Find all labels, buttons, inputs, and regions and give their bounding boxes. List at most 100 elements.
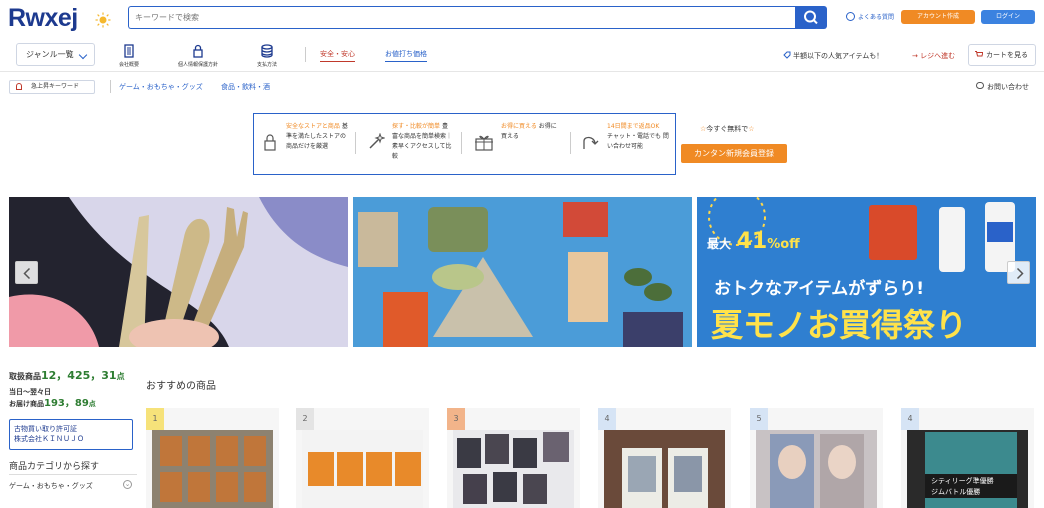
lock-icon [264, 134, 276, 151]
license-line1: 古物買い取り許可証 [14, 425, 77, 433]
category-title: 商品カテゴリから探す [9, 462, 100, 472]
coins-icon [261, 44, 273, 58]
building-icon [124, 44, 134, 58]
recommended-title: おすすめの商品 [146, 381, 216, 392]
category-divider [9, 474, 137, 475]
license-box[interactable]: 古物買い取り許可証 株式会社ＫＩＮＵＪＯ [9, 419, 133, 450]
question-icon [846, 12, 855, 21]
chevron-down-icon [78, 50, 88, 60]
ship-unit: 点 [88, 400, 96, 408]
license-line2: 株式会社ＫＩＮＵＪＯ [14, 435, 84, 443]
carousel-prev-button[interactable] [15, 261, 38, 284]
feature-divider [570, 132, 571, 154]
search-button[interactable] [795, 6, 827, 29]
feature-deal: お得に買える お得に買える [501, 122, 561, 142]
product-caption: シティリーグ準優勝 [931, 477, 994, 485]
keyword-divider [110, 80, 111, 93]
sale-max: 最大 [707, 237, 732, 251]
product-image [756, 430, 877, 508]
stock-unit: 点 [116, 372, 125, 381]
nav-company-label: 会社概要 [119, 62, 140, 68]
search-input[interactable] [128, 6, 795, 29]
nav-privacy-label: 個人情報保護方針 [178, 62, 219, 68]
nav-privacy[interactable]: 個人情報保護方針 [178, 44, 218, 68]
sale-line2: 夏モノお買得祭り [711, 306, 968, 344]
product-card[interactable]: 1 [146, 408, 279, 508]
product-card[interactable]: 3 [447, 408, 580, 508]
ship-label: お届け商品 [9, 400, 44, 408]
feature-divider [355, 132, 356, 154]
rank-badge: 4 [598, 408, 616, 430]
stock-stat: 取扱商品12，425，31点 [9, 367, 125, 383]
feature-search-title: 探す・比較が簡単 [392, 123, 441, 130]
product-image [604, 430, 725, 508]
nav-deal-link[interactable]: お値打ち価格 [385, 49, 427, 62]
chevron-left-icon [23, 267, 31, 280]
nav-safe-link[interactable]: 安全・安心 [320, 49, 355, 62]
lock-icon [193, 44, 203, 58]
sale-line1: おトクなアイテムがずらり! [714, 279, 925, 299]
product-card[interactable]: 5 [750, 408, 883, 508]
gift-icon [475, 135, 493, 151]
keyword-link[interactable]: ゲーム・おもちゃ・グッズ [119, 82, 203, 92]
nav-company[interactable]: 会社概要 [119, 44, 139, 68]
create-account-button[interactable]: アカウント作成 [901, 10, 975, 24]
to-register-link[interactable]: → レジへ進む [912, 51, 955, 61]
product-image [302, 430, 423, 508]
sale-headline: 最大 41%off [707, 229, 800, 254]
feature-safe: 安全なストアと商品 基準を満たしたストアの 商品だけを厳選 [286, 122, 350, 152]
carousel-next-button[interactable] [1007, 261, 1030, 284]
stock-count: 12，425，31 [41, 369, 117, 382]
feature-return-title: 14日間まで返品OK [607, 123, 660, 130]
rank-badge: 3 [447, 408, 465, 430]
feature-safe-title: 安全なストアと商品 [286, 123, 340, 130]
shipping-stat: 当日～翌々日 お届け商品193，89点 [9, 387, 96, 410]
product-image [152, 430, 273, 508]
product-caption: ジムバトル優勝 [931, 488, 981, 496]
nav-payment-label: 支払方法 [257, 62, 278, 68]
free-now-text: 今すぐ無料で [706, 125, 749, 133]
ship-line1: 当日～翌々日 [9, 388, 51, 396]
stock-label: 取扱商品 [9, 372, 41, 381]
feature-search: 探す・比較が簡単 豊富な商品を簡単検索｜素早くアクセスして比較 [392, 122, 452, 162]
keyword-link[interactable]: 食品・飲料・酒 [221, 82, 270, 92]
banner-cutlery[interactable] [9, 197, 348, 347]
product-image [453, 430, 574, 508]
genre-dropdown[interactable]: ジャンル一覧 [16, 43, 95, 66]
rank-badge: 2 [296, 408, 314, 430]
nav-payment[interactable]: 支払方法 [257, 44, 277, 68]
sale-off: %off [767, 237, 800, 252]
rank-badge: 5 [750, 408, 768, 430]
cutlery-image [9, 197, 348, 347]
rank-badge: 4 [901, 408, 919, 430]
header-divider [0, 71, 1044, 72]
product-card[interactable]: 4 シティリーグ準優勝 ジムバトル優勝 [901, 408, 1034, 508]
login-button[interactable]: ログイン [981, 10, 1035, 24]
sale-percent: 41 [736, 229, 768, 254]
chat-icon [976, 82, 984, 89]
product-card[interactable]: 2 [296, 408, 429, 508]
popular-items-link[interactable]: 半額以下の人気アイテムも！ [793, 51, 883, 61]
banner-summer-sale[interactable]: 最大 41%off おトクなアイテムがずらり! 夏モノお買得祭り [697, 197, 1036, 347]
genre-label: ジャンル一覧 [26, 50, 74, 59]
chevron-right-icon [1016, 267, 1024, 280]
logo[interactable]: Rwxej [8, 4, 78, 33]
return-icon [583, 136, 599, 149]
feature-divider [461, 132, 462, 154]
sun-icon [95, 12, 111, 28]
tag-icon [783, 51, 791, 59]
category-item[interactable]: ゲーム・おもちゃ・グッズ [9, 481, 93, 491]
feature-return-text: チャット・電話でも 問い合わせ可能 [607, 133, 669, 150]
outdoor-goods-image [353, 197, 692, 347]
cart-icon [975, 51, 983, 57]
rank-badge: 1 [146, 408, 164, 430]
free-now-label: ☆今すぐ無料で☆ [700, 125, 755, 133]
banner-outdoor[interactable] [353, 197, 692, 347]
faq-link[interactable]: よくある質問 [858, 12, 894, 21]
contact-link[interactable]: お問い合わせ [987, 82, 1029, 92]
search-icon [804, 10, 818, 25]
product-card[interactable]: 4 [598, 408, 731, 508]
signup-button[interactable]: カンタン新規会員登録 [681, 144, 787, 163]
expand-icon[interactable]: ⌄ [123, 480, 132, 489]
bell-icon [16, 83, 22, 90]
